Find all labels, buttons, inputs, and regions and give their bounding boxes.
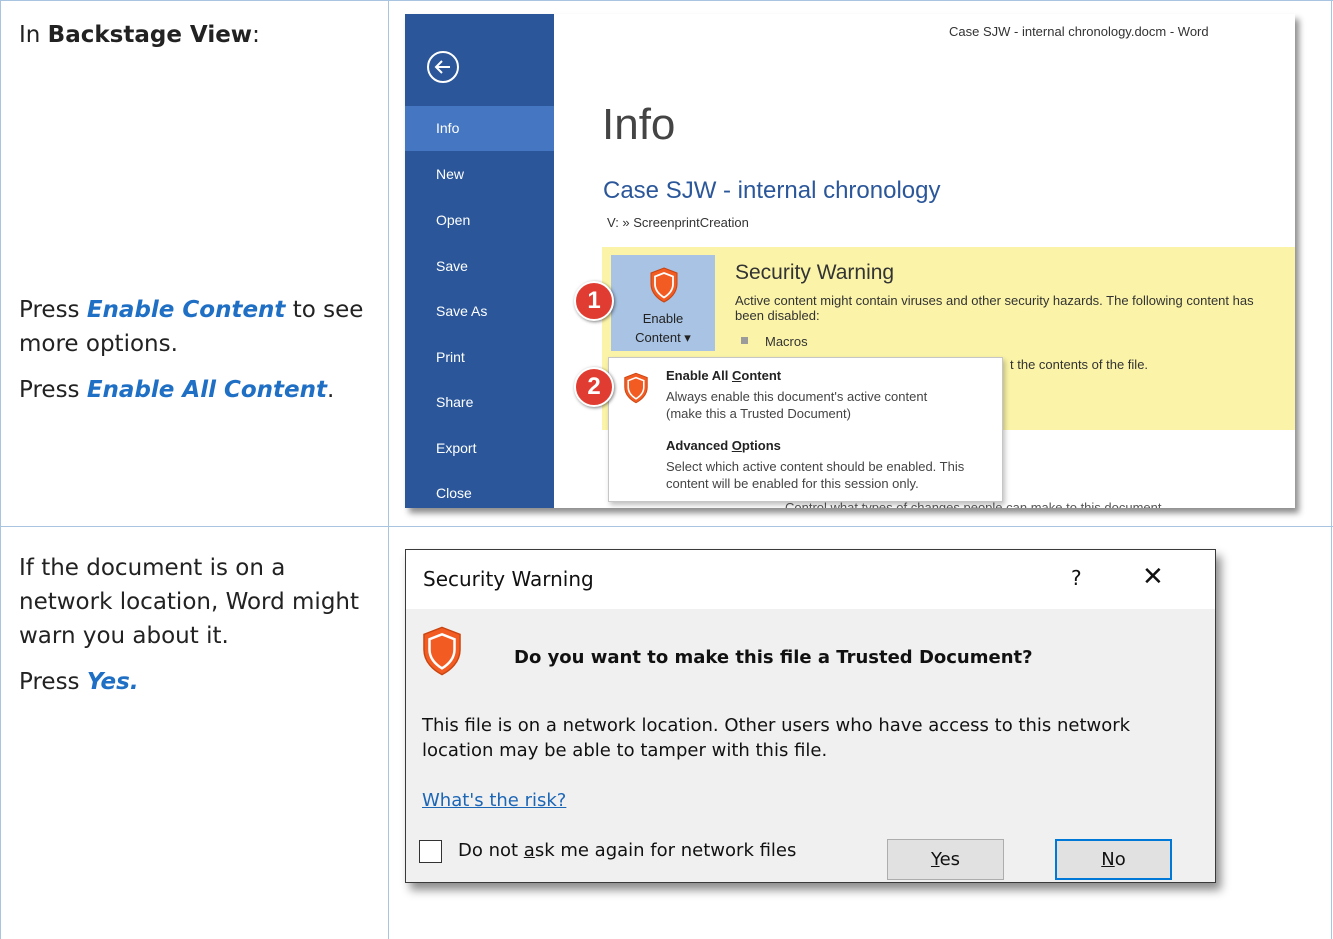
nav-open[interactable]: Open (405, 198, 554, 243)
table-border-right (1331, 0, 1332, 939)
advanced-options-title: Advanced Options (666, 438, 781, 453)
enable-all-content-title: Enable All Content (666, 368, 782, 383)
step-enable-content: Press Enable Content to see more options… (19, 297, 364, 357)
step-press-yes: Press Yes. (19, 669, 139, 695)
nav-print[interactable]: Print (405, 335, 554, 380)
word-backstage-screenshot: Info New Open Save Save As Print Share E… (405, 14, 1295, 508)
table-column-divider (388, 0, 389, 939)
security-warning-trailing-text: t the contents of the file. (1010, 357, 1149, 372)
security-warning-dialog: Security Warning ? ✕ Do you want to make… (405, 549, 1216, 883)
row1-steps: Press Enable Content to see more options… (19, 293, 379, 419)
dialog-body: This file is on a network location. Othe… (422, 715, 1131, 761)
step-badge-2: 2 (574, 367, 614, 407)
enable-content-button[interactable]: Enable Content ▾ (611, 255, 715, 351)
row1-intro: In Backstage View: (19, 22, 260, 48)
close-icon[interactable]: ✕ (1142, 562, 1164, 592)
no-button[interactable]: No (1055, 839, 1172, 880)
row2-instructions: If the document is on a network location… (19, 551, 374, 711)
table-border-top (0, 0, 1333, 1)
backstage-sidebar: Info New Open Save Save As Print Share E… (405, 14, 554, 508)
help-icon[interactable]: ? (1071, 566, 1082, 590)
disabled-content-item: Macros (765, 334, 808, 349)
page-title: Info (602, 100, 676, 149)
nav-share[interactable]: Share (405, 380, 554, 425)
nav-info[interactable]: Info (405, 106, 554, 151)
security-warning-description: Active content might contain viruses and… (735, 293, 1254, 323)
enable-content-dropdown: Enable All Content Always enable this do… (608, 357, 1003, 502)
nav-new[interactable]: New (405, 152, 554, 197)
nav-save[interactable]: Save (405, 244, 554, 289)
table-border-left (0, 0, 1, 939)
dont-ask-again-checkbox[interactable] (419, 840, 442, 863)
document-path: V: » ScreenprintCreation (607, 215, 749, 230)
window-title: Case SJW - internal chronology.docm - Wo… (949, 24, 1209, 39)
whats-the-risk-link[interactable]: What's the risk? (422, 790, 566, 811)
back-arrow-icon[interactable] (427, 51, 459, 83)
document-title: Case SJW - internal chronology (603, 177, 941, 204)
dialog-question: Do you want to make this file a Trusted … (514, 647, 1033, 668)
dont-ask-again-label[interactable]: Do not ask me again for network files (458, 840, 796, 861)
advanced-options-desc: Select which active content should be en… (666, 459, 965, 491)
enable-all-content-desc: Always enable this document's active con… (666, 389, 928, 421)
enable-content-label: Enable Content ▾ (635, 311, 691, 345)
step-badge-1: 1 (574, 281, 614, 321)
table-row-divider (0, 526, 1333, 527)
shield-icon (650, 267, 678, 303)
step-enable-all-content: Press Enable All Content. (19, 377, 335, 403)
network-warning-text: If the document is on a network location… (19, 555, 360, 649)
nav-close[interactable]: Close (405, 471, 554, 508)
dialog-title: Security Warning (423, 567, 594, 591)
nav-save-as[interactable]: Save As (405, 289, 554, 334)
shield-icon (624, 372, 648, 404)
yes-button[interactable]: Yes (887, 839, 1004, 880)
security-warning-title: Security Warning (735, 261, 895, 284)
bullet-icon (741, 337, 748, 344)
shield-icon (423, 626, 461, 676)
nav-export[interactable]: Export (405, 426, 554, 471)
